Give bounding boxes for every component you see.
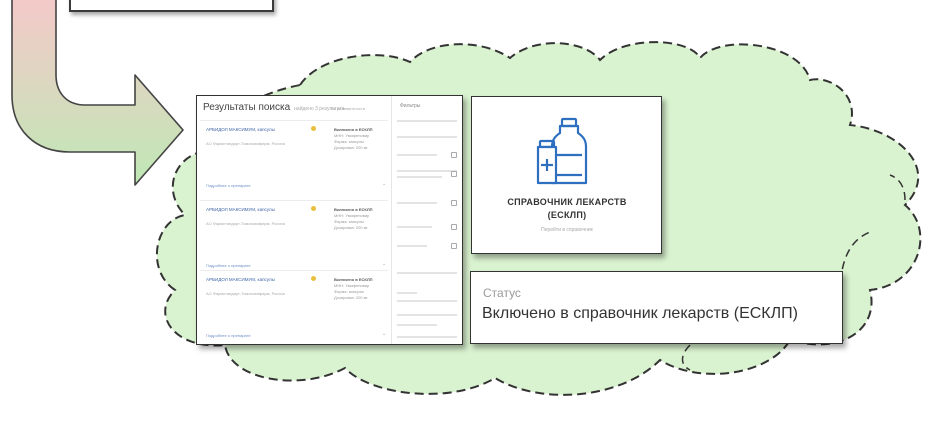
- filter-line: [397, 136, 457, 138]
- result-card[interactable]: АРБИДОЛ МАКСИМУМ, капсулы АО Фармстандар…: [200, 200, 388, 281]
- drug-directory-subtitle: Перейти в справочник: [541, 227, 593, 233]
- detail: МНН: Умифеновир: [334, 213, 370, 218]
- detail: Дозировка: 200 мг: [334, 295, 368, 300]
- chevron-down-icon[interactable]: ⌄: [382, 331, 386, 337]
- detail: МНН: Умифеновир: [334, 283, 370, 288]
- filter-checkbox[interactable]: [451, 152, 457, 158]
- chevron-down-icon[interactable]: ⌄: [382, 261, 386, 267]
- favorite-icon[interactable]: [311, 126, 316, 131]
- details-column: Включено в ЕСКЛП МНН: Умифеновир Форма: …: [334, 207, 384, 231]
- status-text: Включено в ЕСКЛП: [334, 207, 373, 212]
- detail: Дозировка: 200 мг: [334, 145, 368, 150]
- favorite-icon[interactable]: [311, 276, 316, 281]
- details-link[interactable]: Подробнее о препарате: [206, 263, 251, 268]
- filter-line: [397, 314, 457, 316]
- filter-checkbox[interactable]: [451, 243, 457, 249]
- detail: Форма: капсулы: [334, 219, 365, 224]
- detail: Форма: капсулы: [334, 139, 365, 144]
- filter-checkbox[interactable]: [451, 200, 457, 206]
- filter-checkbox[interactable]: [451, 224, 457, 230]
- manufacturer: АО Фармстандарт-Томскхимфарм, Россия: [206, 141, 285, 146]
- filter-line: [397, 120, 457, 122]
- search-results-screenshot: Результаты поиска найдено 3 результата По…: [196, 95, 463, 345]
- filter-line: [397, 272, 457, 274]
- status-text: Включено в ЕСКЛП: [334, 277, 373, 282]
- status-card: Статус Включено в справочник лекарств (Е…: [470, 271, 843, 344]
- title-line-1: СПРАВОЧНИК ЛЕКАРСТВ: [507, 197, 627, 207]
- filter-line: [397, 226, 432, 228]
- top-panel-fragment: [69, 0, 274, 12]
- result-card[interactable]: АРБИДОЛ МАКСИМУМ, капсулы АО Фармстандар…: [200, 270, 388, 344]
- status-text: Включено в ЕСКЛП: [334, 127, 373, 132]
- drug-directory-card[interactable]: СПРАВОЧНИК ЛЕКАРСТВ (ЕСКЛП) Перейти в сп…: [471, 96, 662, 254]
- filter-checkbox[interactable]: [451, 171, 457, 177]
- filters-title: Фильтры: [400, 103, 421, 109]
- filter-line: [397, 176, 442, 178]
- result-card[interactable]: АРБИДОЛ МАКСИМУМ, капсулы АО Фармстандар…: [200, 120, 388, 201]
- status-value: Включено в справочник лекарств (ЕСКЛП): [482, 305, 798, 322]
- details-link[interactable]: Подробнее о препарате: [206, 333, 251, 338]
- results-list: АРБИДОЛ МАКСИМУМ, капсулы АО Фармстандар…: [197, 96, 391, 344]
- column-divider: [391, 96, 392, 344]
- details-column: Включено в ЕСКЛП МНН: Умифеновир Форма: …: [334, 127, 384, 151]
- filter-line: [397, 154, 437, 156]
- filter-line: [397, 245, 427, 247]
- drug-directory-title: СПРАВОЧНИК ЛЕКАРСТВ (ЕСКЛП): [482, 196, 652, 222]
- detail: Форма: капсулы: [334, 289, 365, 294]
- medicine-bottles-icon: [536, 117, 588, 185]
- status-label: Статус: [483, 286, 521, 300]
- drug-name-link[interactable]: АРБИДОЛ МАКСИМУМ, капсулы: [206, 127, 306, 133]
- filter-line: [397, 336, 457, 338]
- drug-name-link[interactable]: АРБИДОЛ МАКСИМУМ, капсулы: [206, 207, 306, 213]
- filter-line: [397, 324, 437, 326]
- filter-line: [397, 300, 457, 302]
- filter-line: [397, 292, 417, 294]
- title-line-2: (ЕСКЛП): [547, 210, 587, 220]
- details-link[interactable]: Подробнее о препарате: [206, 183, 251, 188]
- arrow-down-right: [11, 0, 184, 186]
- details-column: Включено в ЕСКЛП МНН: Умифеновир Форма: …: [334, 277, 384, 301]
- filter-line: [397, 170, 457, 172]
- chevron-down-icon[interactable]: ⌄: [382, 181, 386, 187]
- filter-line: [397, 202, 437, 204]
- background-illustration: [11, 0, 922, 396]
- manufacturer: АО Фармстандарт-Томскхимфарм, Россия: [206, 221, 285, 226]
- detail: МНН: Умифеновир: [334, 133, 370, 138]
- detail: Дозировка: 200 мг: [334, 225, 368, 230]
- manufacturer: АО Фармстандарт-Томскхимфарм, Россия: [206, 291, 285, 296]
- drug-name-link[interactable]: АРБИДОЛ МАКСИМУМ, капсулы: [206, 277, 306, 283]
- favorite-icon[interactable]: [311, 206, 316, 211]
